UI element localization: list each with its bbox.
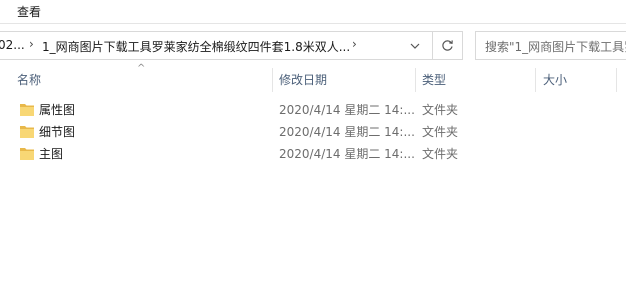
file-modified: 2020/4/14 星期二 14:...: [279, 147, 415, 161]
sort-up-icon: ^: [137, 63, 146, 74]
search-placeholder: 搜索"1_网商图片下载工具罗: [485, 40, 626, 54]
file-name: 主图: [39, 147, 64, 161]
column-divider[interactable]: [535, 68, 536, 92]
file-row[interactable]: 细节图 2020/4/14 星期二 14:... 文件夹: [0, 120, 626, 142]
column-divider[interactable]: [272, 68, 273, 92]
column-header-size[interactable]: 大小: [543, 66, 567, 94]
address-row: 02... › 1_网商图片下载工具罗莱家纺全棉缎纹四件套1.8米双人... ›…: [0, 24, 626, 66]
chevron-right-icon[interactable]: ›: [29, 37, 34, 51]
column-header-modified[interactable]: 修改日期: [279, 66, 327, 94]
refresh-icon: [442, 40, 453, 51]
file-type: 文件夹: [422, 103, 459, 117]
file-modified: 2020/4/14 星期二 14:...: [279, 125, 415, 139]
chevron-right-icon[interactable]: ›: [352, 37, 357, 51]
breadcrumb-prev[interactable]: 02...: [0, 38, 25, 52]
column-headers: ^ 名称 修改日期 类型 大小: [0, 63, 626, 94]
ribbon: 查看: [0, 0, 626, 24]
file-name: 属性图: [39, 103, 76, 117]
column-header-name[interactable]: 名称: [17, 66, 41, 94]
chevron-down-icon: [410, 43, 420, 49]
column-header-type[interactable]: 类型: [422, 66, 446, 94]
folder-icon: [20, 148, 34, 160]
address-dropdown-button[interactable]: [399, 32, 431, 59]
file-name: 细节图: [39, 125, 76, 139]
breadcrumb-current[interactable]: 1_网商图片下载工具罗莱家纺全棉缎纹四件套1.8米双人...: [42, 38, 350, 55]
folder-icon: [20, 104, 34, 116]
file-list: 属性图 2020/4/14 星期二 14:... 文件夹 细节图 2020/4/…: [0, 98, 626, 164]
address-bar[interactable]: 02... › 1_网商图片下载工具罗莱家纺全棉缎纹四件套1.8米双人... ›: [0, 31, 463, 60]
refresh-button[interactable]: [432, 32, 462, 59]
search-input[interactable]: 搜索"1_网商图片下载工具罗: [475, 31, 626, 60]
column-divider[interactable]: [616, 68, 617, 92]
column-divider[interactable]: [415, 68, 416, 92]
folder-icon: [20, 126, 34, 138]
file-row[interactable]: 属性图 2020/4/14 星期二 14:... 文件夹: [0, 98, 626, 120]
file-modified: 2020/4/14 星期二 14:...: [279, 103, 415, 117]
file-type: 文件夹: [422, 125, 459, 139]
file-type: 文件夹: [422, 147, 459, 161]
tab-view[interactable]: 查看: [17, 3, 41, 20]
file-row[interactable]: 主图 2020/4/14 星期二 14:... 文件夹: [0, 142, 626, 164]
